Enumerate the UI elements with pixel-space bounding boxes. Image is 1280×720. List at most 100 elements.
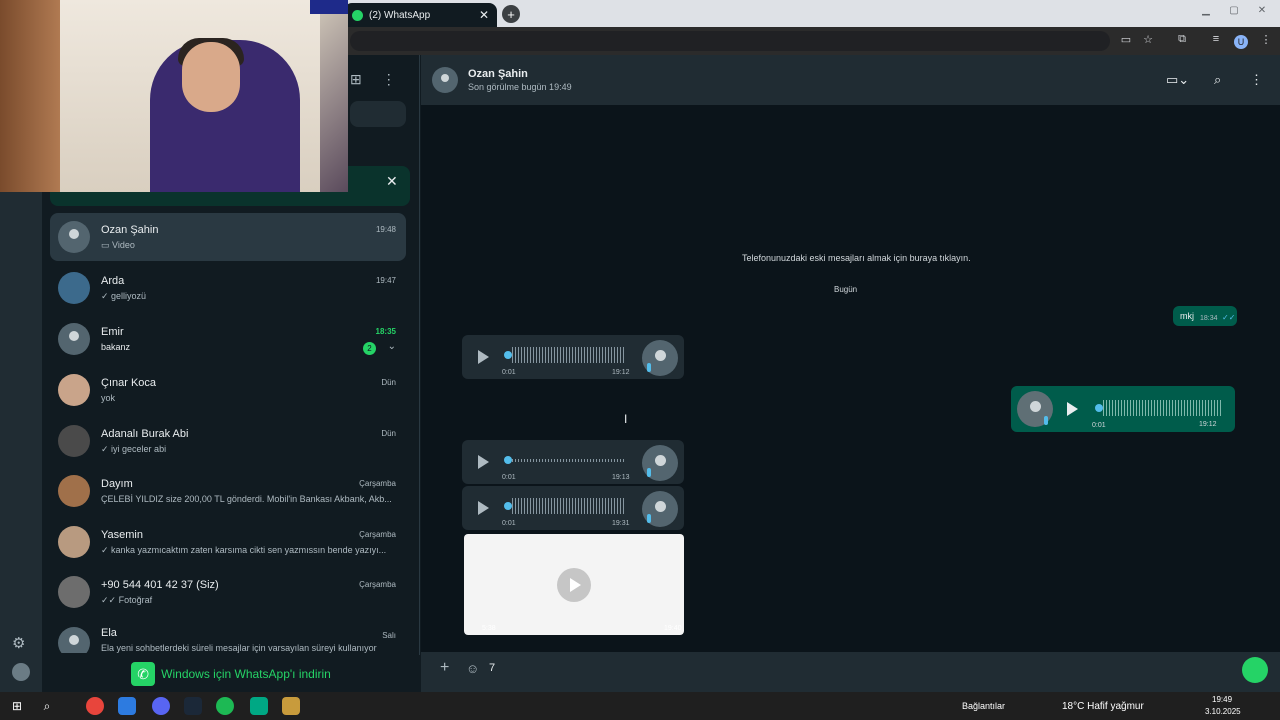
load-old-messages-link[interactable]: Telefonunuzdaki eski mesajları almak içi… — [742, 253, 971, 263]
address-bar[interactable] — [350, 31, 1110, 51]
settings-gear-icon[interactable]: ⚙ — [12, 634, 25, 652]
close-window-icon[interactable]: ✕ — [1252, 5, 1272, 21]
play-icon[interactable] — [1067, 402, 1078, 416]
chat-item-ela[interactable]: Ela Ela yeni sohbetlerdeki süreli mesajl… — [50, 619, 406, 653]
video-icon: ▭ — [101, 239, 113, 250]
chat-name: Ozan Şahin — [101, 223, 159, 236]
chat-item-emir[interactable]: Emir bakanz 18:35 2 ⌄ — [50, 315, 406, 363]
voice-duration: 0:01 — [502, 520, 516, 527]
search-icon[interactable]: ⌕ — [1214, 72, 1221, 88]
chrome-icon[interactable] — [86, 697, 104, 715]
voice-send-button[interactable] — [1242, 657, 1268, 683]
profile-avatar[interactable]: U — [1234, 35, 1248, 49]
avatar — [58, 221, 90, 253]
clock-date[interactable]: 3.10.2025 — [1205, 707, 1241, 716]
message-text: mkj — [1180, 311, 1194, 321]
steam-icon[interactable] — [184, 697, 202, 715]
contact-name[interactable]: Ozan Şahin — [468, 68, 528, 80]
avatar — [58, 425, 90, 457]
avatar — [58, 323, 90, 355]
chat-name: Ela — [101, 627, 117, 639]
chat-name: Arda — [101, 274, 125, 287]
download-app-label: Windows için WhatsApp'ı indirin — [161, 666, 331, 681]
spotify-icon[interactable] — [216, 697, 234, 715]
waveform[interactable] — [512, 459, 624, 462]
waveform[interactable] — [512, 498, 624, 514]
mic-icon — [647, 468, 651, 477]
voice-message-out[interactable]: 0:01 19:12 — [1011, 386, 1235, 432]
taskbar-links[interactable]: Bağlantılar — [962, 701, 1005, 711]
read-receipt-icon: ✓✓ — [1222, 313, 1236, 322]
message-bubble-out[interactable]: mkj 18:34 ✓✓ — [1173, 306, 1237, 326]
tab-whatsapp[interactable]: (2) WhatsApp ✕ — [344, 3, 497, 27]
discord-icon[interactable] — [152, 697, 170, 715]
reading-list-icon[interactable]: ≡ — [1208, 33, 1224, 49]
chat-time: 19:48 — [375, 225, 396, 234]
playback-dot — [504, 456, 512, 464]
sidebar-header-actions: ⊞ ⋮ — [350, 68, 420, 90]
weather-widget[interactable]: 18°C Hafif yağmur — [1062, 701, 1144, 712]
clock-time[interactable]: 19:49 — [1212, 695, 1232, 704]
chat-time: Dün — [381, 429, 396, 438]
chat-item-self[interactable]: +90 544 401 42 37 (Siz) ✓✓ Fotoğraf Çarş… — [50, 568, 406, 616]
play-icon[interactable] — [478, 350, 489, 364]
chevron-down-icon[interactable]: ⌄ — [388, 341, 396, 352]
playback-dot — [1095, 404, 1103, 412]
chat-name: Çınar Koca — [101, 377, 157, 389]
text-cursor-icon: I — [624, 412, 628, 426]
play-icon[interactable] — [478, 501, 489, 515]
whatsapp-logo-icon: ✆ — [131, 661, 156, 686]
maximize-window-icon[interactable]: ▢ — [1224, 5, 1244, 21]
chat-item-burak[interactable]: Adanalı Burak Abi ✓ iyi geceler abi Dün — [50, 417, 406, 465]
download-app-banner[interactable]: ✆ Windows için WhatsApp'ı indirin — [42, 655, 420, 692]
my-profile-avatar[interactable] — [12, 663, 30, 681]
chat-time: 19:47 — [375, 276, 396, 285]
new-chat-icon[interactable]: ⊞ — [350, 71, 362, 88]
close-banner-icon[interactable]: ✕ — [386, 173, 398, 190]
start-icon[interactable]: ⊞ — [8, 697, 26, 715]
minimize-window-icon[interactable]: ▁ — [1196, 5, 1216, 21]
chat-item-ozan[interactable]: Ozan Şahin ▭ Video 19:48 — [50, 213, 406, 261]
waveform[interactable] — [512, 347, 624, 363]
close-tab-icon[interactable]: ✕ — [479, 8, 489, 22]
video-call-icon[interactable]: ▭⌄ — [1166, 72, 1189, 88]
voice-message-in[interactable]: 0:01 19:31 — [462, 486, 684, 530]
chat-preview: Video — [112, 239, 135, 250]
chat-preview: ✓ iyi geceler abi — [101, 443, 167, 454]
bookmark-star-icon[interactable]: ☆ — [1140, 33, 1156, 49]
whatsapp-taskbar-icon[interactable] — [250, 697, 268, 715]
waveform[interactable] — [1103, 400, 1221, 416]
mic-icon — [647, 514, 651, 523]
voice-message-in[interactable]: 0:01 19:12 — [462, 335, 684, 379]
voice-duration: 0:01 — [1092, 422, 1106, 429]
voice-message-in[interactable]: 0:01 19:13 — [462, 440, 684, 484]
game-launcher-icon[interactable] — [282, 697, 300, 715]
message-time: 19:13 — [612, 474, 630, 481]
new-tab-button[interactable]: + — [502, 5, 520, 23]
sticker-icon[interactable]: ☺ — [466, 661, 479, 676]
avatar — [58, 526, 90, 558]
extensions-icon[interactable]: ⧉ — [1174, 33, 1190, 49]
chat-item-yasemin[interactable]: Yasemin ✓ kanka yazmıcaktım zaten karsım… — [50, 518, 406, 566]
sidebar-menu-icon[interactable]: ⋮ — [382, 71, 396, 88]
play-icon[interactable] — [478, 455, 489, 469]
chat-menu-icon[interactable]: ⋮ — [1250, 72, 1263, 88]
conversation-header[interactable] — [421, 55, 1280, 105]
search-input[interactable] — [350, 101, 406, 127]
chat-time: Çarşamba — [359, 580, 396, 589]
attach-plus-icon[interactable]: + — [440, 659, 449, 677]
chat-preview: ÇELEBİ YILDIZ size 200,00 TL gönderdi. M… — [101, 494, 392, 504]
message-input[interactable]: 7 — [489, 662, 495, 674]
message-time: 19:12 — [612, 369, 630, 376]
app-icon[interactable] — [118, 697, 136, 715]
message-time: 18:34 — [1200, 315, 1218, 322]
browser-menu-icon[interactable]: ⋮ — [1258, 33, 1274, 49]
chat-item-dayim[interactable]: Dayım ÇELEBİ YILDIZ size 200,00 TL gönde… — [50, 467, 406, 515]
cast-icon[interactable]: ▭ — [1118, 33, 1134, 49]
video-play-icon[interactable] — [557, 568, 591, 602]
chat-time: Dün — [381, 378, 396, 387]
taskbar-search-icon[interactable]: ⌕ — [38, 697, 56, 715]
chat-item-arda[interactable]: Arda ✓ gelliyozü 19:47 — [50, 264, 406, 312]
contact-avatar[interactable] — [432, 67, 458, 93]
chat-item-cinar[interactable]: Çınar Koca yok Dün — [50, 366, 406, 414]
